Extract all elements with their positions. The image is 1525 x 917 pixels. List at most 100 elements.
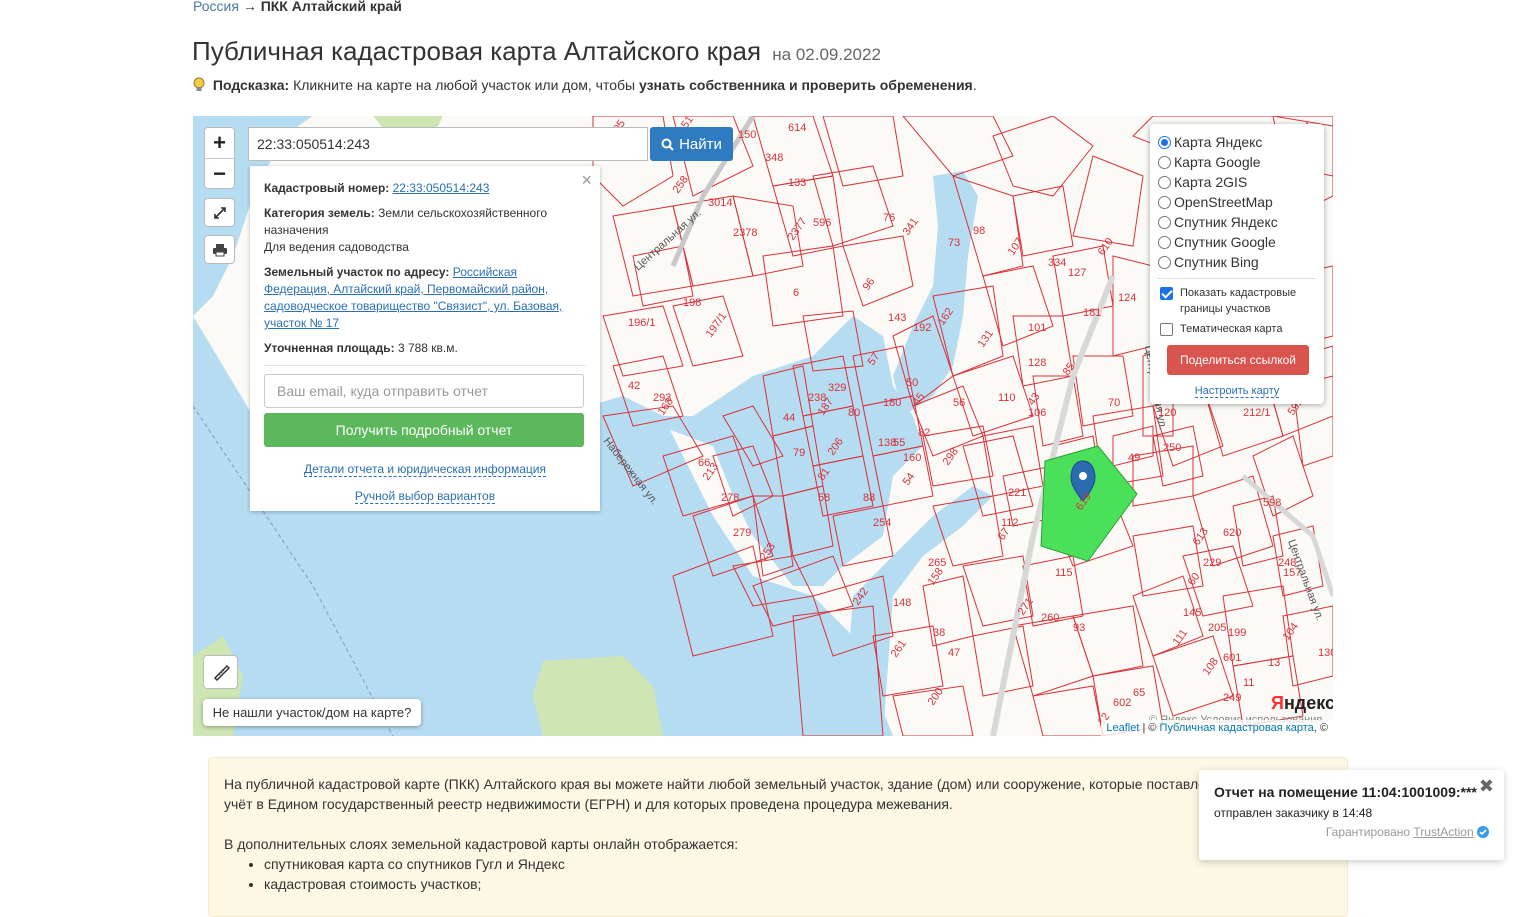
yandex-logo: Яндекс <box>1271 693 1333 713</box>
share-link-button[interactable]: Поделиться ссылкой <box>1167 345 1309 375</box>
breadcrumb-home-link[interactable]: Россия <box>193 0 239 14</box>
parcel-number-label: 298 <box>941 446 961 468</box>
parcel-number-label: 82 <box>918 427 930 439</box>
radio-selected-icon[interactable] <box>1158 135 1171 149</box>
parcel-number-label: 348 <box>765 152 783 164</box>
pkk-link[interactable]: Публичная кадастровая карта <box>1160 722 1314 734</box>
setup-map-link[interactable]: Настроить карту <box>1194 385 1280 398</box>
thematic-map-checkbox[interactable]: Тематическая карта <box>1158 321 1316 337</box>
parcel-number-label: 76 <box>883 212 895 224</box>
zoom-out-button[interactable]: − <box>205 158 234 188</box>
parcel-number-label: 60 <box>1186 571 1203 588</box>
parcel-number-label: 3014 <box>708 197 732 209</box>
cadastral-number-link[interactable]: 22:33:050514:243 <box>393 181 490 195</box>
cadastral-number-label: Кадастровый номер: <box>264 181 390 195</box>
layer-option[interactable]: Карта 2GIS <box>1158 172 1316 192</box>
parcel-number-label: 47 <box>948 647 960 659</box>
article-paragraph: На публичной кадастровой карте (ПКК) Алт… <box>224 776 1332 812</box>
parcel-number-label: 93 <box>1073 622 1085 634</box>
cadastral-map[interactable]: 2052397715115061425760012149348133258301… <box>193 116 1333 736</box>
radio-icon[interactable] <box>1158 195 1171 209</box>
parcel-number-label: 49 <box>1128 452 1140 464</box>
checkbox-checked-icon[interactable] <box>1160 287 1173 300</box>
parcel-number-label: 199 <box>1228 627 1246 639</box>
zoom-control: + − <box>204 127 235 189</box>
hint-label: Подсказка: <box>212 77 290 93</box>
parcel-number-label: 50 <box>906 377 918 389</box>
article-list: спутниковая карта со спутников Гугл и Ян… <box>224 854 1332 894</box>
close-icon[interactable]: ✖ <box>1479 776 1494 797</box>
email-input[interactable]: Ваш email, куда отправить отчет <box>264 374 584 408</box>
attribution-separator: | © <box>1139 722 1160 734</box>
radio-icon[interactable] <box>1158 215 1171 229</box>
layer-option[interactable]: Спутник Google <box>1158 232 1316 252</box>
zoom-in-button[interactable]: + <box>205 128 234 158</box>
hint-text: Кликните на карте на любой участок или д… <box>293 77 636 93</box>
verified-icon <box>1477 826 1489 838</box>
parcel-number-label: 229 <box>1203 557 1221 569</box>
ruler-button[interactable] <box>203 655 238 689</box>
parcel-number-label: 79 <box>793 447 805 459</box>
layer-option[interactable]: Спутник Bing <box>1158 252 1316 272</box>
parcel-number-label: 43 <box>1026 391 1043 408</box>
parcel-number-label: 254 <box>873 517 891 529</box>
parcel-number-label: 197/1 <box>704 310 730 339</box>
parcel-number-label: 13 <box>1268 657 1280 669</box>
layer-option-label: Карта 2GIS <box>1174 174 1248 190</box>
fullscreen-button[interactable] <box>204 198 235 227</box>
radio-icon[interactable] <box>1158 175 1171 189</box>
parcel-number-label: 58 <box>818 492 830 504</box>
setup-row: Настроить карту <box>1158 385 1316 398</box>
breadcrumb-current: ПКК Алтайский край <box>260 0 402 14</box>
layer-option[interactable]: Карта Google <box>1158 152 1316 172</box>
layer-option[interactable]: Карта Яндекс <box>1158 132 1316 152</box>
parcel-number-label: 115 <box>1055 567 1073 579</box>
printer-icon <box>212 243 227 256</box>
parcel-number-label: 192 <box>913 322 931 334</box>
parcel-number-label: 55 <box>893 437 905 449</box>
article-box: На публичной кадастровой карте (ПКК) Алт… <box>208 757 1348 917</box>
parcel-number-label: 160 <box>903 452 921 464</box>
not-found-button[interactable]: Не нашли участок/дом на карте? <box>203 699 421 726</box>
manual-selection-link[interactable]: Ручной выбор вариантов <box>354 489 496 504</box>
radio-icon[interactable] <box>1158 155 1171 169</box>
print-button[interactable] <box>204 235 235 264</box>
parcel-number-label: 610 <box>1096 236 1116 258</box>
report-details-link[interactable]: Детали отчета и юридическая информация <box>304 462 546 477</box>
parcel-number-label: 601 <box>1223 652 1241 664</box>
attribution-end: , © <box>1313 722 1328 734</box>
parcel-number-label: 279 <box>733 527 751 539</box>
parcel-number-label: 101 <box>1028 322 1046 334</box>
parcel-number-label: 212/1 <box>1243 407 1271 419</box>
radio-icon[interactable] <box>1158 255 1171 269</box>
close-icon[interactable]: × <box>581 170 592 191</box>
parcel-number-label: 106 <box>1028 407 1046 419</box>
parcel-number-label: 65 <box>1133 687 1145 699</box>
parcel-number-label: 261 <box>889 638 909 660</box>
parcel-number-label: 598 <box>1263 497 1281 509</box>
area-row: Уточненная площадь: 3 788 кв.м. <box>264 340 586 357</box>
parcel-number-label: 110 <box>998 392 1016 404</box>
parcel-number-label: 250 <box>1163 442 1181 454</box>
leaflet-link[interactable]: Leaflet <box>1106 722 1139 734</box>
search-input[interactable]: 22:33:050514:243 <box>248 127 648 161</box>
parcel-number-label: 145 <box>1183 607 1201 619</box>
parcel-number-label: 596 <box>813 217 831 229</box>
find-button[interactable]: Найти <box>650 127 733 161</box>
checkbox-unchecked-icon[interactable] <box>1160 323 1173 336</box>
layer-option-label: Спутник Bing <box>1174 254 1259 270</box>
layer-option[interactable]: OpenStreetMap <box>1158 192 1316 212</box>
get-report-button[interactable]: Получить подробный отчет <box>264 413 584 447</box>
land-category-row: Категория земель: Земли сельскохозяйстве… <box>264 205 586 256</box>
show-borders-checkbox[interactable]: Показать кадастровые границы участков <box>1158 285 1316 317</box>
parcel-number-label: 620 <box>1223 527 1241 539</box>
layer-option[interactable]: Спутник Яндекс <box>1158 212 1316 232</box>
parcel-number-label: 130 <box>1318 647 1333 659</box>
trustaction-link[interactable]: TrustAction <box>1413 825 1473 839</box>
radio-icon[interactable] <box>1158 235 1171 249</box>
parcel-number-label: 221 <box>1008 487 1026 499</box>
show-borders-label: Показать кадастровые границы участков <box>1180 287 1297 315</box>
land-use-value: Для ведения садоводства <box>264 240 409 254</box>
parcel-number-label: 6 <box>793 287 799 299</box>
parcel-number-label: 2378 <box>733 227 757 239</box>
